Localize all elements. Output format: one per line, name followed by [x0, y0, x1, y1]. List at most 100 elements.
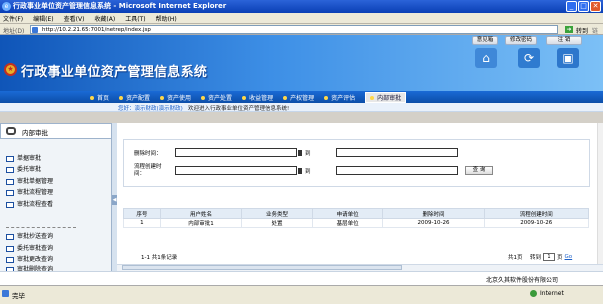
- to-label: 到: [305, 169, 311, 175]
- sidebar-item-delegate-query[interactable]: 委托审批查询: [6, 245, 53, 253]
- refresh-big-icon[interactable]: ⟳: [518, 48, 540, 68]
- nav-dot-icon: [90, 96, 94, 100]
- page-icon: [32, 27, 38, 33]
- sidebar-item-flow-management[interactable]: 审批流程管理: [6, 189, 53, 197]
- nav-home[interactable]: 首页: [86, 93, 115, 102]
- status-bar: [0, 285, 603, 304]
- nav-income[interactable]: 收益管理: [238, 93, 279, 102]
- sidebar-item-doc-management[interactable]: 审批单据管理: [6, 178, 53, 186]
- record-summary: 1-1 共1条记录: [141, 255, 178, 261]
- page-number-input[interactable]: [543, 253, 556, 261]
- folder-icon: [6, 256, 14, 263]
- sidebar-item-label: 委托审批: [17, 166, 42, 173]
- copyright-text: 北京久其软件股份有限公司: [486, 277, 559, 284]
- sidebar-item-label: 审批流程查看: [17, 201, 54, 208]
- nav-dot-icon: [370, 96, 375, 100]
- calendar-icon[interactable]: [298, 168, 302, 174]
- query-button[interactable]: 查 询: [465, 166, 493, 175]
- go-arrow-icon[interactable]: ➜: [565, 26, 573, 33]
- menu-file[interactable]: 文件(F): [3, 14, 23, 23]
- maximize-button[interactable]: □: [578, 1, 589, 12]
- sidebar-item-label: 审批更改查询: [17, 256, 54, 263]
- welcome-text: 欢迎进入行政事业单位资产管理信息系统!: [188, 106, 290, 112]
- sidebar-item-label: 委托审批查询: [17, 245, 54, 252]
- nav-asset-config-label: 资产配置: [126, 94, 151, 102]
- address-label: 地址(D): [3, 28, 25, 35]
- menu-favorites[interactable]: 收藏(A): [94, 14, 115, 23]
- sidebar-item-label: 审批流程管理: [17, 189, 54, 196]
- sidebar-item-change-query[interactable]: 审批更改查询: [6, 256, 53, 264]
- nav-asset-config[interactable]: 资产配置: [115, 93, 156, 102]
- change-password-link[interactable]: 修改密码: [505, 36, 537, 45]
- create-time-end-input[interactable]: [336, 166, 458, 175]
- nav-property[interactable]: 产权管理: [279, 93, 320, 102]
- logout-link[interactable]: 注 销: [546, 36, 582, 45]
- cell-index: 1: [123, 218, 161, 228]
- sidebar-title: 内部审批: [22, 129, 48, 137]
- results-table: 序号 用户姓名 业务类型 申请单位 删除时间 流程创建时间 1 内部审批1 处置…: [123, 208, 590, 228]
- folder-icon: [6, 189, 14, 196]
- user-info[interactable]: 您好：演示财政(演示财政): [118, 106, 183, 112]
- folder-icon: [6, 166, 14, 173]
- system-title: 行政事业单位资产管理信息系统: [21, 65, 208, 80]
- col-index[interactable]: 序号: [123, 208, 161, 219]
- col-business-type[interactable]: 业务类型: [241, 208, 313, 219]
- address-input[interactable]: [30, 25, 558, 34]
- sidebar-item-cc-query[interactable]: 审批抄送查询: [6, 233, 53, 241]
- emblem-icon: ★: [4, 63, 17, 76]
- col-create-time[interactable]: 流程创建时间: [483, 208, 590, 219]
- sidebar-header: [0, 123, 112, 139]
- module-icon: [6, 127, 16, 135]
- status-text: 完毕: [12, 292, 25, 300]
- nav-internal-approval[interactable]: 内部审批: [365, 91, 407, 103]
- scroll-thumb[interactable]: [122, 265, 402, 270]
- menu-help[interactable]: 帮助(H): [156, 14, 177, 23]
- done-page-icon: [2, 290, 9, 297]
- menu-bar: 文件(F) 编辑(E) 查看(V) 收藏(A) 工具(T) 帮助(H): [0, 13, 603, 24]
- delete-time-end-input[interactable]: [336, 148, 458, 157]
- col-delete-time[interactable]: 删除时间: [382, 208, 485, 219]
- vertical-scrollbar[interactable]: [597, 123, 603, 271]
- go-button[interactable]: 转到: [576, 26, 588, 35]
- delete-time-start-input[interactable]: [175, 148, 297, 157]
- nav-dot-icon: [119, 96, 124, 100]
- monitor-big-icon[interactable]: ▣: [557, 48, 579, 68]
- menu-edit[interactable]: 编辑(E): [33, 14, 53, 23]
- col-applicant-unit[interactable]: 申请单位: [311, 208, 384, 219]
- table-header-row: 序号 用户姓名 业务类型 申请单位 删除时间 流程创建时间: [123, 208, 590, 219]
- page-unit: 页: [557, 255, 563, 261]
- menu-tools[interactable]: 工具(T): [125, 14, 145, 23]
- sidebar-item-label: 审批抄送查询: [17, 233, 54, 240]
- pager: 共1页 转到 页 Go: [508, 253, 572, 261]
- nav-dot-icon: [283, 96, 288, 100]
- menu-view[interactable]: 查看(V): [64, 14, 85, 23]
- create-time-start-input[interactable]: [175, 166, 297, 175]
- nav-asset-disposal[interactable]: 资产处置: [197, 93, 238, 102]
- nav-evaluation[interactable]: 资产评估: [320, 93, 361, 102]
- minimize-button[interactable]: _: [566, 1, 577, 12]
- home-big-icon[interactable]: ⌂: [475, 48, 497, 68]
- main-nav: 首页 资产配置 资产使用 资产处置 收益管理 产权管理 资产评估 内部审批: [0, 91, 603, 103]
- calendar-icon[interactable]: [298, 150, 302, 156]
- close-button[interactable]: ✕: [590, 1, 601, 12]
- page-go-link[interactable]: Go: [565, 254, 573, 260]
- sidebar-item-flow-view[interactable]: 审批流程查看: [6, 201, 53, 209]
- create-time-label: 流程创建时间：: [134, 164, 162, 177]
- window-title: 行政事业单位资产管理信息系统 - Microsoft Internet Expl…: [13, 2, 227, 10]
- cell-delete-time: 2009-10-26: [382, 218, 485, 228]
- total-pages: 共1页: [508, 255, 523, 261]
- col-user-name[interactable]: 用户姓名: [159, 208, 243, 219]
- sidebar-item-delegated-approval[interactable]: 委托审批: [6, 166, 41, 174]
- cell-business-type: 处置: [241, 218, 313, 228]
- nav-asset-disposal-label: 资产处置: [208, 94, 233, 102]
- nav-asset-use[interactable]: 资产使用: [156, 93, 197, 102]
- globe-icon: [530, 290, 537, 297]
- feedback-link[interactable]: 意见箱: [472, 36, 498, 45]
- sidebar-item-doc-approval[interactable]: 单据审批: [6, 155, 41, 163]
- cell-user-name: 内部审批1: [159, 218, 243, 228]
- sidebar-divider: [6, 227, 76, 228]
- ticker-text: 您好：演示财政(演示财政) 欢迎进入行政事业单位资产管理信息系统!: [118, 104, 289, 112]
- nav-property-label: 产权管理: [290, 94, 315, 102]
- table-row[interactable]: 1 内部审批1 处置 基层单位 2009-10-26 2009-10-26: [123, 218, 590, 228]
- goto-label: 转到: [530, 255, 542, 261]
